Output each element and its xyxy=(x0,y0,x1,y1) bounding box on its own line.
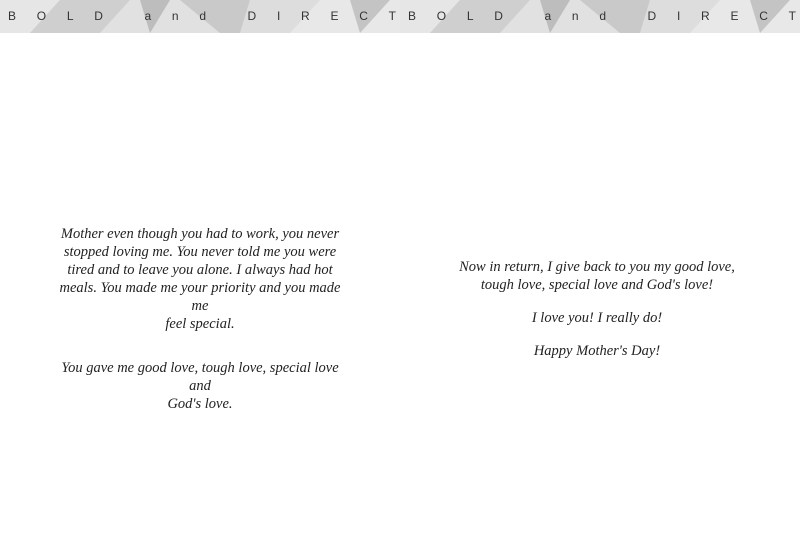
banner-letter: n xyxy=(171,9,179,23)
banner-right: B O L D a n d D I R E C T xyxy=(400,0,800,33)
banner-letter: I xyxy=(676,9,681,23)
banner-letter: d xyxy=(599,9,607,23)
banner-letter: n xyxy=(571,9,579,23)
banner-letter: E xyxy=(730,9,739,23)
banner-letter: B xyxy=(8,9,17,23)
banner-letter: L xyxy=(466,9,474,23)
banner-text: B O L D a n d D I R E C T xyxy=(400,9,800,23)
banner-letter: T xyxy=(388,9,396,23)
banner-text: B O L D a n d D I R E C T xyxy=(0,9,400,23)
banner-letter: C xyxy=(359,9,368,23)
banner-letter: a xyxy=(544,9,552,23)
banner-letter: D xyxy=(94,9,103,23)
banner-letter: a xyxy=(144,9,152,23)
banner-letter: d xyxy=(199,9,207,23)
banner-letter: D xyxy=(494,9,503,23)
banner-letter: R xyxy=(301,9,310,23)
banner-letter: T xyxy=(788,9,796,23)
banner-letter: I xyxy=(276,9,281,23)
banner-letter: D xyxy=(647,9,657,23)
left-panel-text: Mother even though you had to work, you … xyxy=(50,225,350,413)
card-page: B O L D a n d D I R E C T B O L D a n d … xyxy=(0,0,800,560)
right-paragraph-1: Now in return, I give back to you my goo… xyxy=(459,259,735,293)
right-paragraph-2: I love you! I really do! xyxy=(531,310,663,326)
banner-letter: E xyxy=(330,9,339,23)
left-paragraph-1: Mother even though you had to work, you … xyxy=(59,226,341,332)
banner-letter: R xyxy=(701,9,710,23)
banner-letter: D xyxy=(247,9,257,23)
right-panel-text: Now in return, I give back to you my goo… xyxy=(447,258,747,360)
banner-left: B O L D a n d D I R E C T xyxy=(0,0,400,33)
banner-letter: C xyxy=(759,9,768,23)
left-paragraph-2: You gave me good love, tough love, speci… xyxy=(61,360,339,412)
banner-letter: B xyxy=(408,9,417,23)
banner-letter: O xyxy=(436,9,447,23)
banner-letter: L xyxy=(66,9,74,23)
banner-letter: O xyxy=(36,9,47,23)
right-paragraph-3: Happy Mother's Day! xyxy=(533,343,661,359)
